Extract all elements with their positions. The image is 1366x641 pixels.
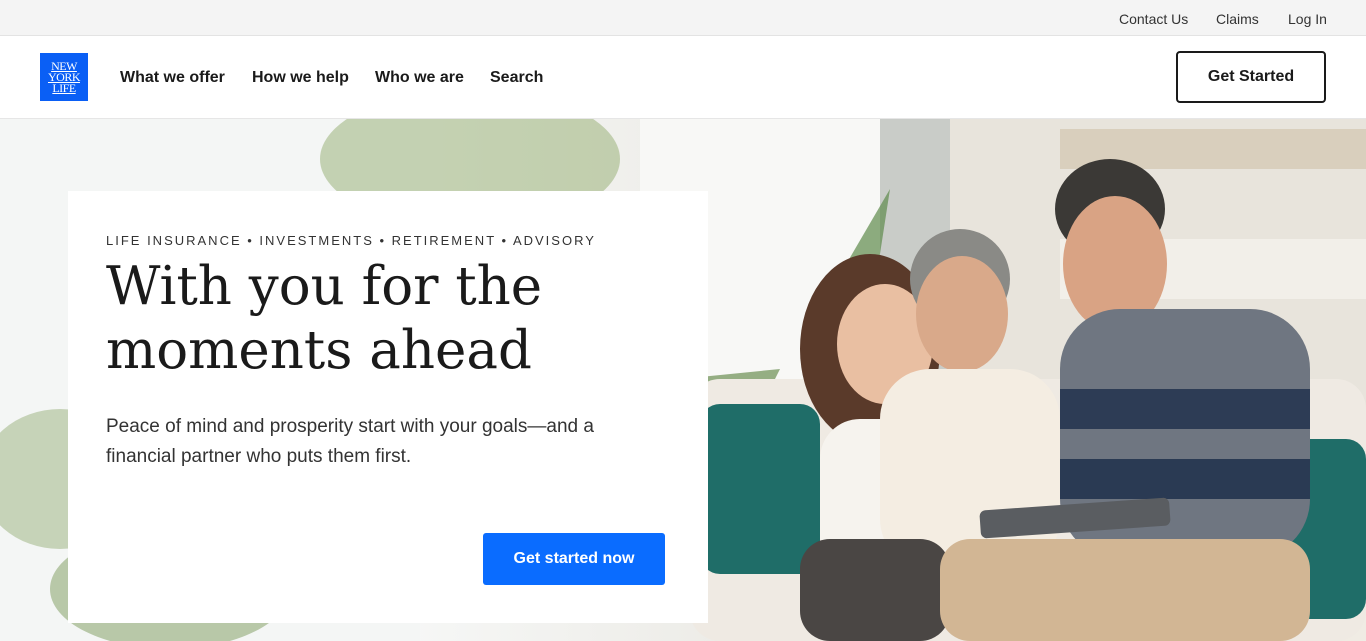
get-started-now-button[interactable]: Get started now	[483, 533, 665, 585]
hero-subtext: Peace of mind and prosperity start with …	[106, 416, 594, 467]
hero-card: LIFE INSURANCE • INVESTMENTS • RETIREMEN…	[68, 191, 708, 623]
log-in-link[interactable]: Log In	[1288, 11, 1327, 27]
main-nav: NEW YORK LIFE What we offer How we help …	[0, 36, 1366, 119]
hero-headline: With you for the moments ahead	[106, 256, 543, 381]
nav-who-we-are[interactable]: Who we are	[375, 69, 464, 87]
hero-eyebrow: LIFE INSURANCE • INVESTMENTS • RETIREMEN…	[106, 233, 596, 248]
nav-how-we-help[interactable]: How we help	[252, 69, 349, 87]
get-started-button[interactable]: Get Started	[1176, 51, 1326, 103]
nav-search[interactable]: Search	[490, 69, 543, 87]
logo-line: LIFE	[52, 80, 76, 95]
new-york-life-logo[interactable]: NEW YORK LIFE	[40, 53, 88, 101]
nav-what-we-offer[interactable]: What we offer	[120, 69, 225, 87]
contact-us-link[interactable]: Contact Us	[1119, 11, 1188, 27]
utility-bar: Contact Us Claims Log In	[0, 0, 1366, 36]
hero-section: LIFE INSURANCE • INVESTMENTS • RETIREMEN…	[0, 119, 1366, 641]
claims-link[interactable]: Claims	[1216, 11, 1259, 27]
